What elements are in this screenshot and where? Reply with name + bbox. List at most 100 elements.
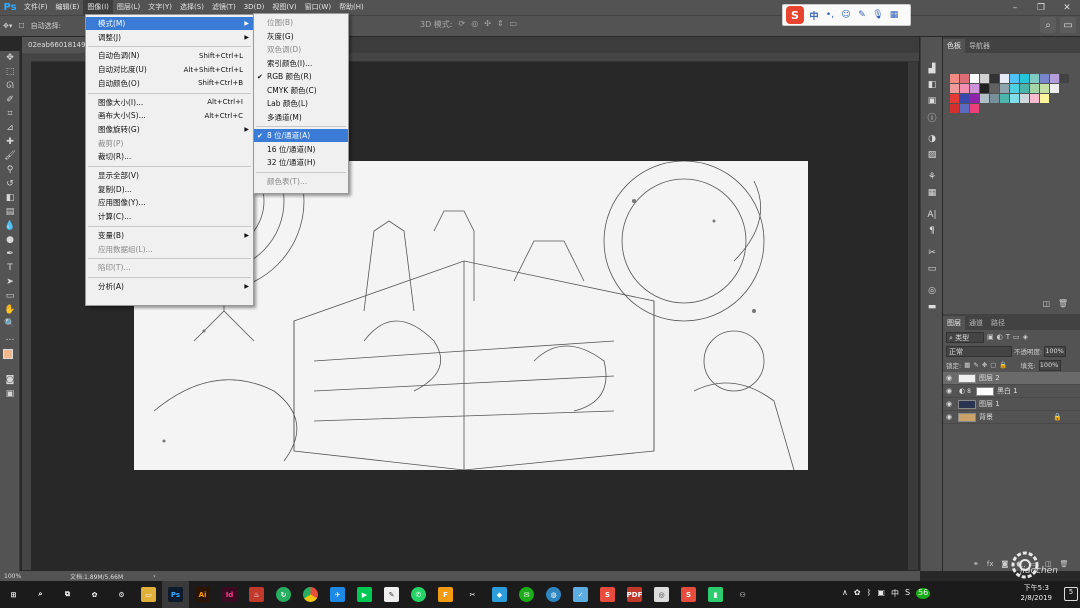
color-swatch[interactable] (980, 84, 989, 93)
slide-3d-icon[interactable]: ⇕ (497, 19, 504, 30)
image-menu-item[interactable]: 裁切(R)... (86, 150, 253, 163)
punctuation-icon[interactable]: •, (824, 9, 836, 21)
mode-menu-item[interactable]: CMYK 颜色(C) (254, 84, 348, 97)
link-layers-icon[interactable]: ⚭ (973, 560, 979, 568)
tray-app-icon[interactable]: S (905, 588, 910, 599)
taskbar-app[interactable]: ✉ (513, 581, 540, 608)
rotate-3d-icon[interactable]: ⟳ (459, 19, 466, 30)
mode-menu-item[interactable]: Lab 颜色(L) (254, 97, 348, 110)
clone-stamp-tool-icon[interactable]: ⚲ (0, 163, 20, 177)
color-swatch[interactable] (990, 84, 999, 93)
tray-ime[interactable]: 中 (891, 588, 899, 599)
image-menu-item[interactable]: 模式(M) ▶ (86, 17, 253, 30)
tab-swatches[interactable]: 色板 (943, 39, 965, 53)
taskbar-app[interactable]: Id (216, 581, 243, 608)
color-swatch[interactable] (970, 84, 979, 93)
styles-icon[interactable]: ◑ (921, 131, 943, 147)
color-swatch[interactable] (1000, 84, 1009, 93)
hand-tool-icon[interactable]: ✋ (0, 303, 20, 317)
tray-expand-icon[interactable]: ∧ (842, 588, 848, 599)
filter-smart-icon[interactable]: ◈ (1023, 333, 1028, 341)
lock-transparent-icon[interactable]: ▦ (964, 361, 970, 369)
menu-file[interactable]: 文件(F) (20, 0, 52, 15)
scale-3d-icon[interactable]: ▭ (510, 19, 518, 30)
color-swatch[interactable] (950, 74, 959, 83)
color-swatch[interactable] (990, 74, 999, 83)
image-menu-item[interactable]: 分析(A) ▶ (86, 280, 253, 293)
mode-menu-item[interactable]: ✔ RGB 颜色(R) (254, 70, 348, 83)
filter-pixel-icon[interactable]: ▣ (987, 333, 994, 341)
color-swatch[interactable] (1020, 84, 1029, 93)
taskbar-app[interactable]: ▭ (135, 581, 162, 608)
taskbar-app[interactable]: ✂ (459, 581, 486, 608)
image-menu-item[interactable]: 图像旋转(G) ▶ (86, 123, 253, 136)
color-swatch[interactable] (1010, 74, 1019, 83)
color-swatch[interactable] (950, 104, 959, 113)
healing-tool-icon[interactable]: ✚ (0, 135, 20, 149)
visibility-eye-icon[interactable]: ◉ (943, 374, 955, 382)
taskbar-app[interactable]: ✈ (324, 581, 351, 608)
ime-lang[interactable]: 中 (808, 9, 820, 22)
layer-row[interactable]: ◉ ◐ 8 黑白 1 (943, 385, 1080, 398)
color-swatch[interactable] (950, 94, 959, 103)
color-swatch[interactable] (970, 104, 979, 113)
color-swatch[interactable] (1010, 84, 1019, 93)
lock-paint-icon[interactable]: ✎ (973, 361, 978, 369)
taskbar-app[interactable]: ◎ (648, 581, 675, 608)
scrollbar-vertical[interactable] (908, 62, 918, 570)
menu-filter[interactable]: 滤镜(T) (208, 0, 240, 15)
filter-kind-select[interactable]: ⌕ 类型 (946, 331, 984, 343)
tab-channels[interactable]: 通道 (965, 316, 987, 330)
color-swatch[interactable] (980, 74, 989, 83)
color-swatch[interactable] (960, 94, 969, 103)
task-view-button[interactable]: ⧉ (54, 581, 81, 608)
tray-app-icon[interactable]: ✿ (854, 588, 861, 599)
dodge-tool-icon[interactable]: ● (0, 233, 20, 247)
image-menu-item[interactable]: 自动颜色(O) Shift+Ctrl+B (86, 77, 253, 90)
image-menu-item[interactable]: 应用图像(Y)... (86, 196, 253, 209)
crop-tool-icon[interactable]: ⌗ (0, 107, 20, 121)
image-menu-item[interactable]: 自动色调(N) Shift+Ctrl+L (86, 49, 253, 62)
filter-type-icon[interactable]: T (1006, 333, 1010, 341)
color-swatch[interactable] (970, 74, 979, 83)
opacity-input[interactable]: 100% (1044, 345, 1067, 357)
menu-layer[interactable]: 图层(L) (113, 0, 144, 15)
taskbar-app[interactable]: Ai (189, 581, 216, 608)
pen-icon[interactable]: ✎ (856, 9, 868, 21)
timeline-icon[interactable]: ▬ (921, 299, 943, 315)
lock-all-icon[interactable]: 🔒 (999, 361, 1007, 369)
paragraph-icon[interactable]: ¶ (921, 223, 943, 239)
gradient-tool-icon[interactable]: ▤ (0, 205, 20, 219)
color-swatch[interactable] (1050, 84, 1059, 93)
search-icon[interactable]: ⌕ (1040, 17, 1056, 33)
delete-swatch-icon[interactable]: 🗑 (1058, 299, 1068, 308)
visibility-eye-icon[interactable]: ◉ (943, 387, 955, 395)
color-swatch[interactable] (1050, 74, 1059, 83)
tray-app-icon[interactable]: ▣ (877, 588, 885, 599)
start-button[interactable]: ⊞ (0, 581, 27, 608)
taskbar-app[interactable]: ↻ (270, 581, 297, 608)
move-tool-icon[interactable]: ✥▾ (0, 19, 15, 34)
marquee-tool-icon[interactable]: ⬚ (0, 65, 20, 79)
color-swatch[interactable] (1000, 94, 1009, 103)
image-menu-item[interactable]: 复制(D)... (86, 183, 253, 196)
blend-mode-select[interactable]: 正常 (946, 345, 1012, 357)
eyedropper-tool-icon[interactable]: ⊿ (0, 121, 20, 135)
screen-mode-icon[interactable]: ▣ (0, 387, 20, 401)
quick-mask-icon[interactable]: ◙ (0, 373, 20, 387)
taskbar-app[interactable]: ✆ (405, 581, 432, 608)
maximize-button[interactable]: ❐ (1028, 0, 1054, 15)
quick-select-tool-icon[interactable]: ✐ (0, 93, 20, 107)
lasso-tool-icon[interactable]: ᘏ (0, 79, 20, 93)
pen-tool-icon[interactable]: ✒ (0, 247, 20, 261)
image-menu-item[interactable]: 变量(B) ▶ (86, 229, 253, 242)
auto-select-checkbox[interactable]: ☐ (15, 19, 27, 34)
taskbar-app[interactable]: ✿ (81, 581, 108, 608)
brush-tool-icon[interactable]: 🖌 (0, 149, 20, 163)
taskbar-app[interactable]: ✓ (567, 581, 594, 608)
color-swatch[interactable] (1000, 74, 1009, 83)
color-swatch[interactable] (970, 94, 979, 103)
zoom-level[interactable]: 100% (0, 573, 40, 580)
menu-image[interactable]: 图像(I) (83, 0, 113, 15)
visibility-eye-icon[interactable]: ◉ (943, 400, 955, 408)
